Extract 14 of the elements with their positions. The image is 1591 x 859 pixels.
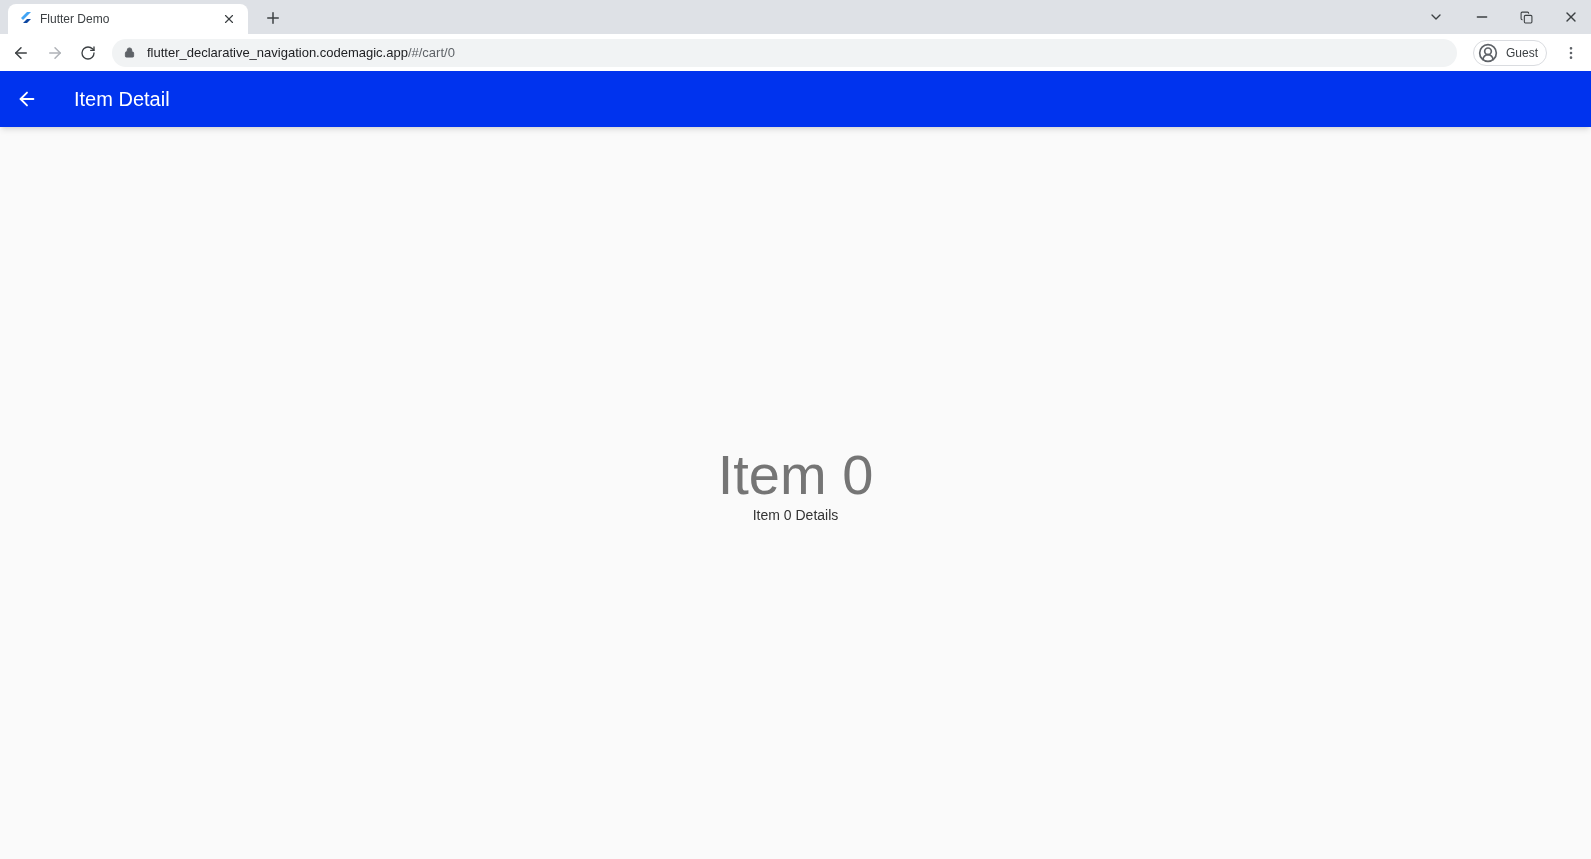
avatar-icon: [1478, 42, 1498, 63]
item-subtitle: Item 0 Details: [752, 505, 839, 525]
url-text: flutter_declarative_navigation.codemagic.app/#/cart/0: [147, 43, 455, 62]
reload-icon[interactable]: [80, 44, 96, 61]
lock-icon: [124, 47, 135, 58]
restore-icon[interactable]: [1520, 10, 1533, 24]
address-bar[interactable]: flutter_declarative_navigation.codemagic.app/#/cart/0: [112, 38, 1457, 67]
new-tab-icon[interactable]: [264, 9, 282, 27]
flutter-logo-icon: [20, 12, 32, 26]
item-heading: Item 0: [717, 444, 874, 505]
browser-tab[interactable]: Flutter Demo: [8, 4, 248, 34]
close-icon[interactable]: [222, 12, 236, 26]
app-bar-title: Item Detail: [74, 87, 170, 112]
tab-title: Flutter Demo: [40, 11, 111, 28]
